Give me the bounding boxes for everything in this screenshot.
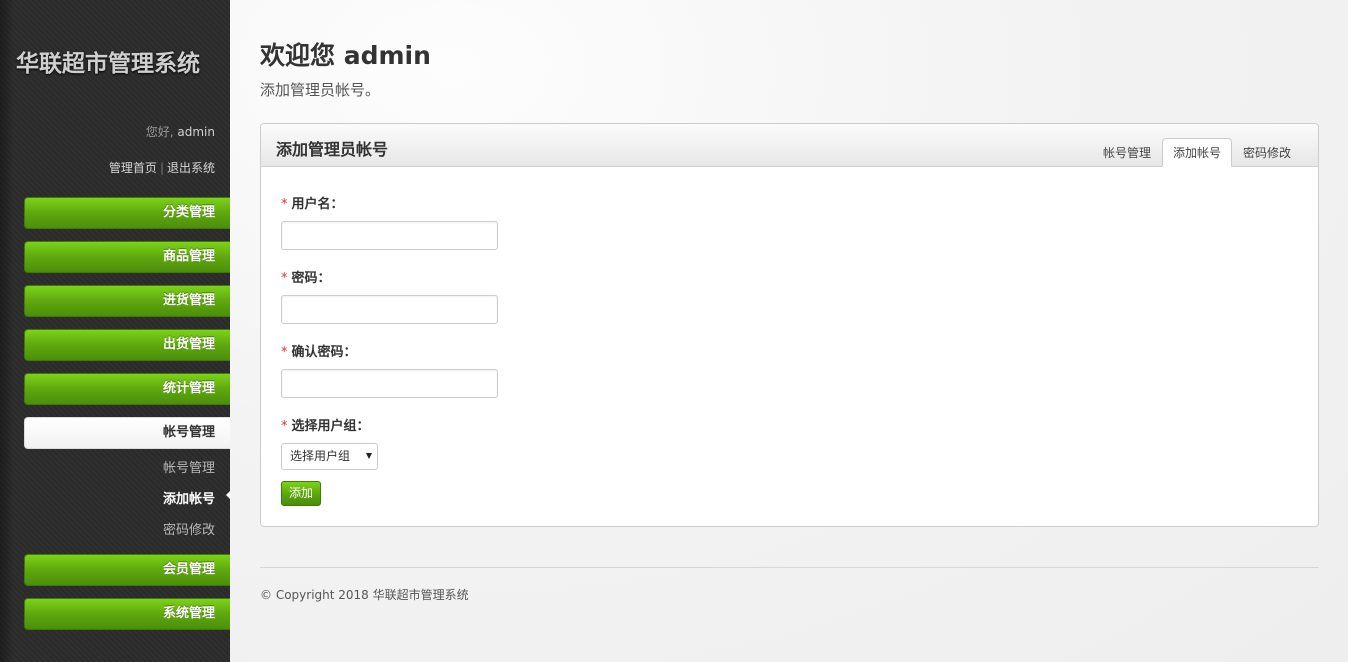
tab-add-account[interactable]: 添加帐号 bbox=[1161, 138, 1232, 167]
subnav-add-account[interactable]: 添加帐号 bbox=[163, 488, 215, 507]
add-admin-panel: 添加管理员帐号 帐号管理 添加帐号 密码修改 * 用户名： * 密码： * 确认密码：… bbox=[260, 123, 1319, 527]
page-subtitle: 添加管理员帐号。 bbox=[260, 81, 381, 99]
required-mark: * bbox=[281, 345, 288, 360]
subnav-change-password[interactable]: 密码修改 bbox=[163, 519, 215, 538]
confirm-password-label-text: 确认密码： bbox=[291, 345, 357, 360]
user-group-select[interactable]: 选择用户组 bbox=[281, 443, 378, 470]
required-mark: * bbox=[281, 197, 288, 212]
password-label-text: 密码： bbox=[291, 271, 331, 286]
nav-statistics-management[interactable]: 统计管理 bbox=[24, 373, 230, 405]
confirm-password-input[interactable] bbox=[281, 369, 498, 398]
required-mark: * bbox=[281, 271, 288, 286]
user-group-label-text: 选择用户组： bbox=[291, 419, 370, 434]
panel-header: 添加管理员帐号 帐号管理 添加帐号 密码修改 bbox=[261, 124, 1318, 167]
password-label: * 密码： bbox=[281, 267, 331, 286]
nav-member-management[interactable]: 会员管理 bbox=[24, 554, 230, 586]
home-link[interactable]: 管理首页 bbox=[109, 161, 157, 175]
password-input[interactable] bbox=[281, 295, 498, 324]
main-content: 欢迎您 admin 添加管理员帐号。 添加管理员帐号 帐号管理 添加帐号 密码修… bbox=[230, 0, 1348, 662]
username: admin bbox=[177, 125, 215, 139]
username-label-text: 用户名： bbox=[291, 197, 344, 212]
chevron-down-icon bbox=[366, 453, 372, 459]
sidebar: 华联超市管理系统 您好, admin 管理首页 | 退出系统 分类管理 商品管理 进… bbox=[0, 0, 231, 662]
panel-tabs: 帐号管理 添加帐号 密码修改 bbox=[1092, 138, 1302, 167]
panel-title: 添加管理员帐号 bbox=[276, 140, 389, 159]
subnav-account-list[interactable]: 帐号管理 bbox=[163, 457, 215, 476]
footer-divider bbox=[260, 567, 1319, 568]
username-input[interactable] bbox=[281, 221, 498, 250]
required-mark: * bbox=[281, 419, 288, 434]
user-group-selected: 选择用户组 bbox=[290, 449, 351, 463]
username-label: * 用户名： bbox=[281, 193, 344, 212]
nav-product-management[interactable]: 商品管理 bbox=[24, 241, 230, 273]
footer-copyright: © Copyright 2018 华联超市管理系统 bbox=[260, 588, 469, 602]
user-group-label: * 选择用户组： bbox=[281, 415, 370, 434]
nav-account-management[interactable]: 帐号管理 bbox=[24, 417, 230, 449]
greeting-prefix: 您好, bbox=[145, 125, 174, 139]
add-button[interactable]: 添加 bbox=[281, 481, 321, 506]
nav-category-management[interactable]: 分类管理 bbox=[24, 197, 230, 229]
app-logo-title: 华联超市管理系统 bbox=[16, 51, 200, 77]
logout-link[interactable]: 退出系统 bbox=[167, 161, 215, 175]
link-separator: | bbox=[159, 161, 164, 175]
nav-shipment-management[interactable]: 出货管理 bbox=[24, 329, 230, 361]
tab-change-password[interactable]: 密码修改 bbox=[1232, 138, 1302, 167]
user-greeting: 您好, admin bbox=[146, 123, 215, 140]
top-links: 管理首页 | 退出系统 bbox=[109, 159, 215, 176]
nav-purchase-management[interactable]: 进货管理 bbox=[24, 285, 230, 317]
page-title: 欢迎您 admin bbox=[260, 41, 431, 70]
tab-account-list[interactable]: 帐号管理 bbox=[1092, 138, 1162, 167]
confirm-password-label: * 确认密码： bbox=[281, 341, 357, 360]
nav-system-management[interactable]: 系统管理 bbox=[24, 598, 230, 630]
